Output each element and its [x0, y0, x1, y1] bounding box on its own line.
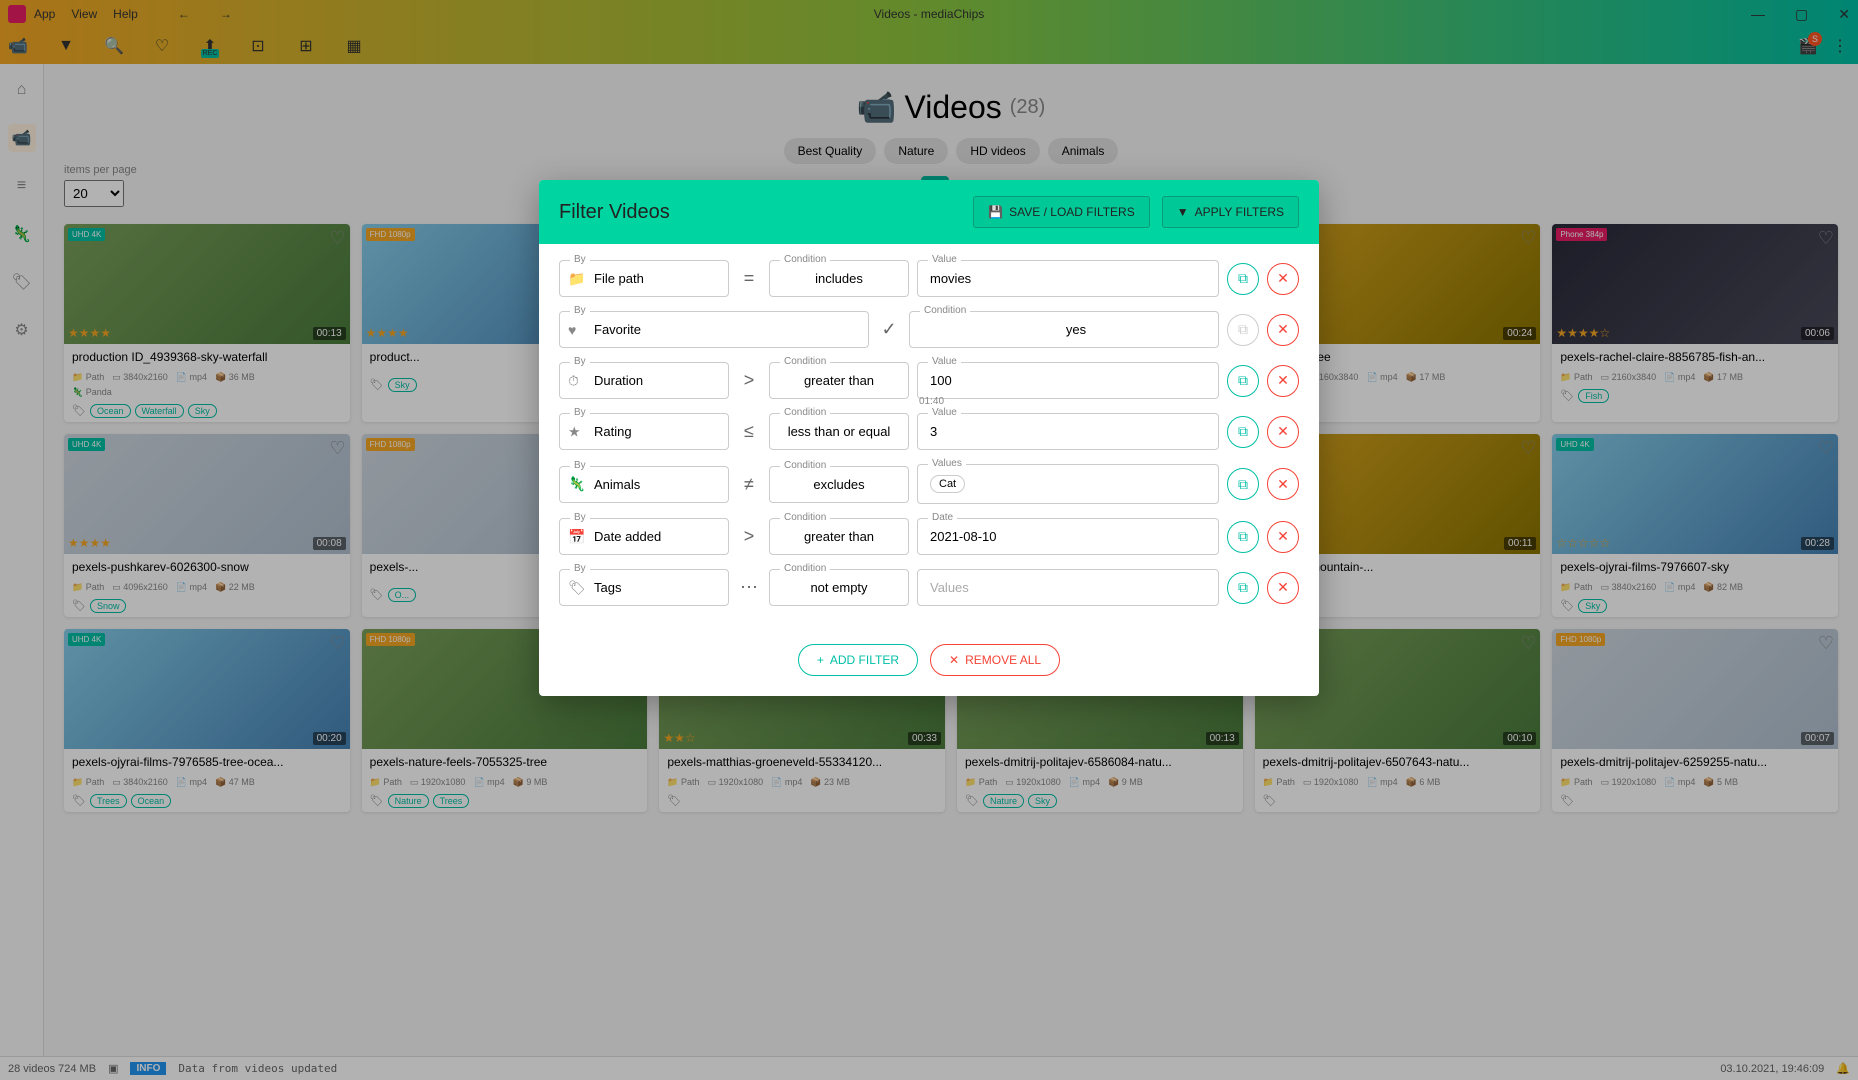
delete-filter-button[interactable]: ✕ — [1267, 263, 1299, 295]
x-icon: ✕ — [949, 653, 959, 667]
filter-value[interactable]: Date2021-08-10 — [917, 518, 1219, 555]
filter-condition[interactable]: Conditiongreater than — [769, 362, 909, 399]
filter-condition[interactable]: Conditionnot empty — [769, 569, 909, 606]
copy-filter-button[interactable]: ⧉ — [1227, 572, 1259, 604]
filter-condition[interactable]: Conditionexcludes — [769, 466, 909, 503]
filter-value[interactable]: ValuesCat — [917, 464, 1219, 504]
filter-condition[interactable]: Conditionincludes — [769, 260, 909, 297]
remove-all-button[interactable]: ✕REMOVE ALL — [930, 644, 1060, 676]
filter-value[interactable]: Value3 — [917, 413, 1219, 450]
filter-value[interactable]: Valuemovies — [917, 260, 1219, 297]
filter-op: ✓ — [877, 319, 901, 340]
filter-by[interactable]: By🦎Animals — [559, 466, 729, 503]
filter-value[interactable]: Values — [917, 569, 1219, 606]
filter-by[interactable]: By⏱Duration — [559, 362, 729, 399]
copy-filter-button[interactable]: ⧉ — [1227, 365, 1259, 397]
save-load-filters-button[interactable]: 💾SAVE / LOAD FILTERS — [973, 196, 1150, 228]
copy-filter-button[interactable]: ⧉ — [1227, 468, 1259, 500]
filter-by[interactable]: By🏷Tags — [559, 569, 729, 606]
filter-condition[interactable]: Conditionyes — [909, 311, 1219, 348]
filter-by[interactable]: By📁File path — [559, 260, 729, 297]
delete-filter-button[interactable]: ✕ — [1267, 365, 1299, 397]
filter-by[interactable]: By📅Date added — [559, 518, 729, 555]
filter-op: ≠ — [737, 474, 761, 495]
plus-icon: + — [817, 653, 824, 667]
filter-op: ⋯ — [737, 577, 761, 598]
apply-filters-button[interactable]: ▼APPLY FILTERS — [1162, 196, 1299, 228]
filter-hint: 01:40 — [919, 396, 944, 407]
filter-dialog: Filter Videos 💾SAVE / LOAD FILTERS ▼APPL… — [539, 180, 1319, 696]
delete-filter-button[interactable]: ✕ — [1267, 572, 1299, 604]
save-icon: 💾 — [988, 205, 1003, 219]
copy-filter-button[interactable]: ⧉ — [1227, 263, 1259, 295]
add-filter-button[interactable]: +ADD FILTER — [798, 644, 918, 676]
filter-op: > — [737, 526, 761, 547]
filter-op: ≤ — [737, 421, 761, 442]
copy-filter-button[interactable]: ⧉ — [1227, 416, 1259, 448]
dialog-title: Filter Videos — [559, 201, 670, 224]
delete-filter-button[interactable]: ✕ — [1267, 416, 1299, 448]
filter-condition[interactable]: Conditionless than or equal — [769, 413, 909, 450]
copy-filter-button[interactable]: ⧉ — [1227, 521, 1259, 553]
delete-filter-button[interactable]: ✕ — [1267, 521, 1299, 553]
filter-by[interactable]: By♥Favorite — [559, 311, 869, 348]
filter-op: = — [737, 268, 761, 289]
filter-op: > — [737, 370, 761, 391]
funnel-icon: ▼ — [1177, 205, 1189, 219]
delete-filter-button[interactable]: ✕ — [1267, 468, 1299, 500]
filter-value[interactable]: Value100 — [917, 362, 1219, 399]
delete-filter-button[interactable]: ✕ — [1267, 314, 1299, 346]
filter-by[interactable]: By★Rating — [559, 413, 729, 450]
copy-filter-button: ⧉ — [1227, 314, 1259, 346]
filter-condition[interactable]: Conditiongreater than — [769, 518, 909, 555]
